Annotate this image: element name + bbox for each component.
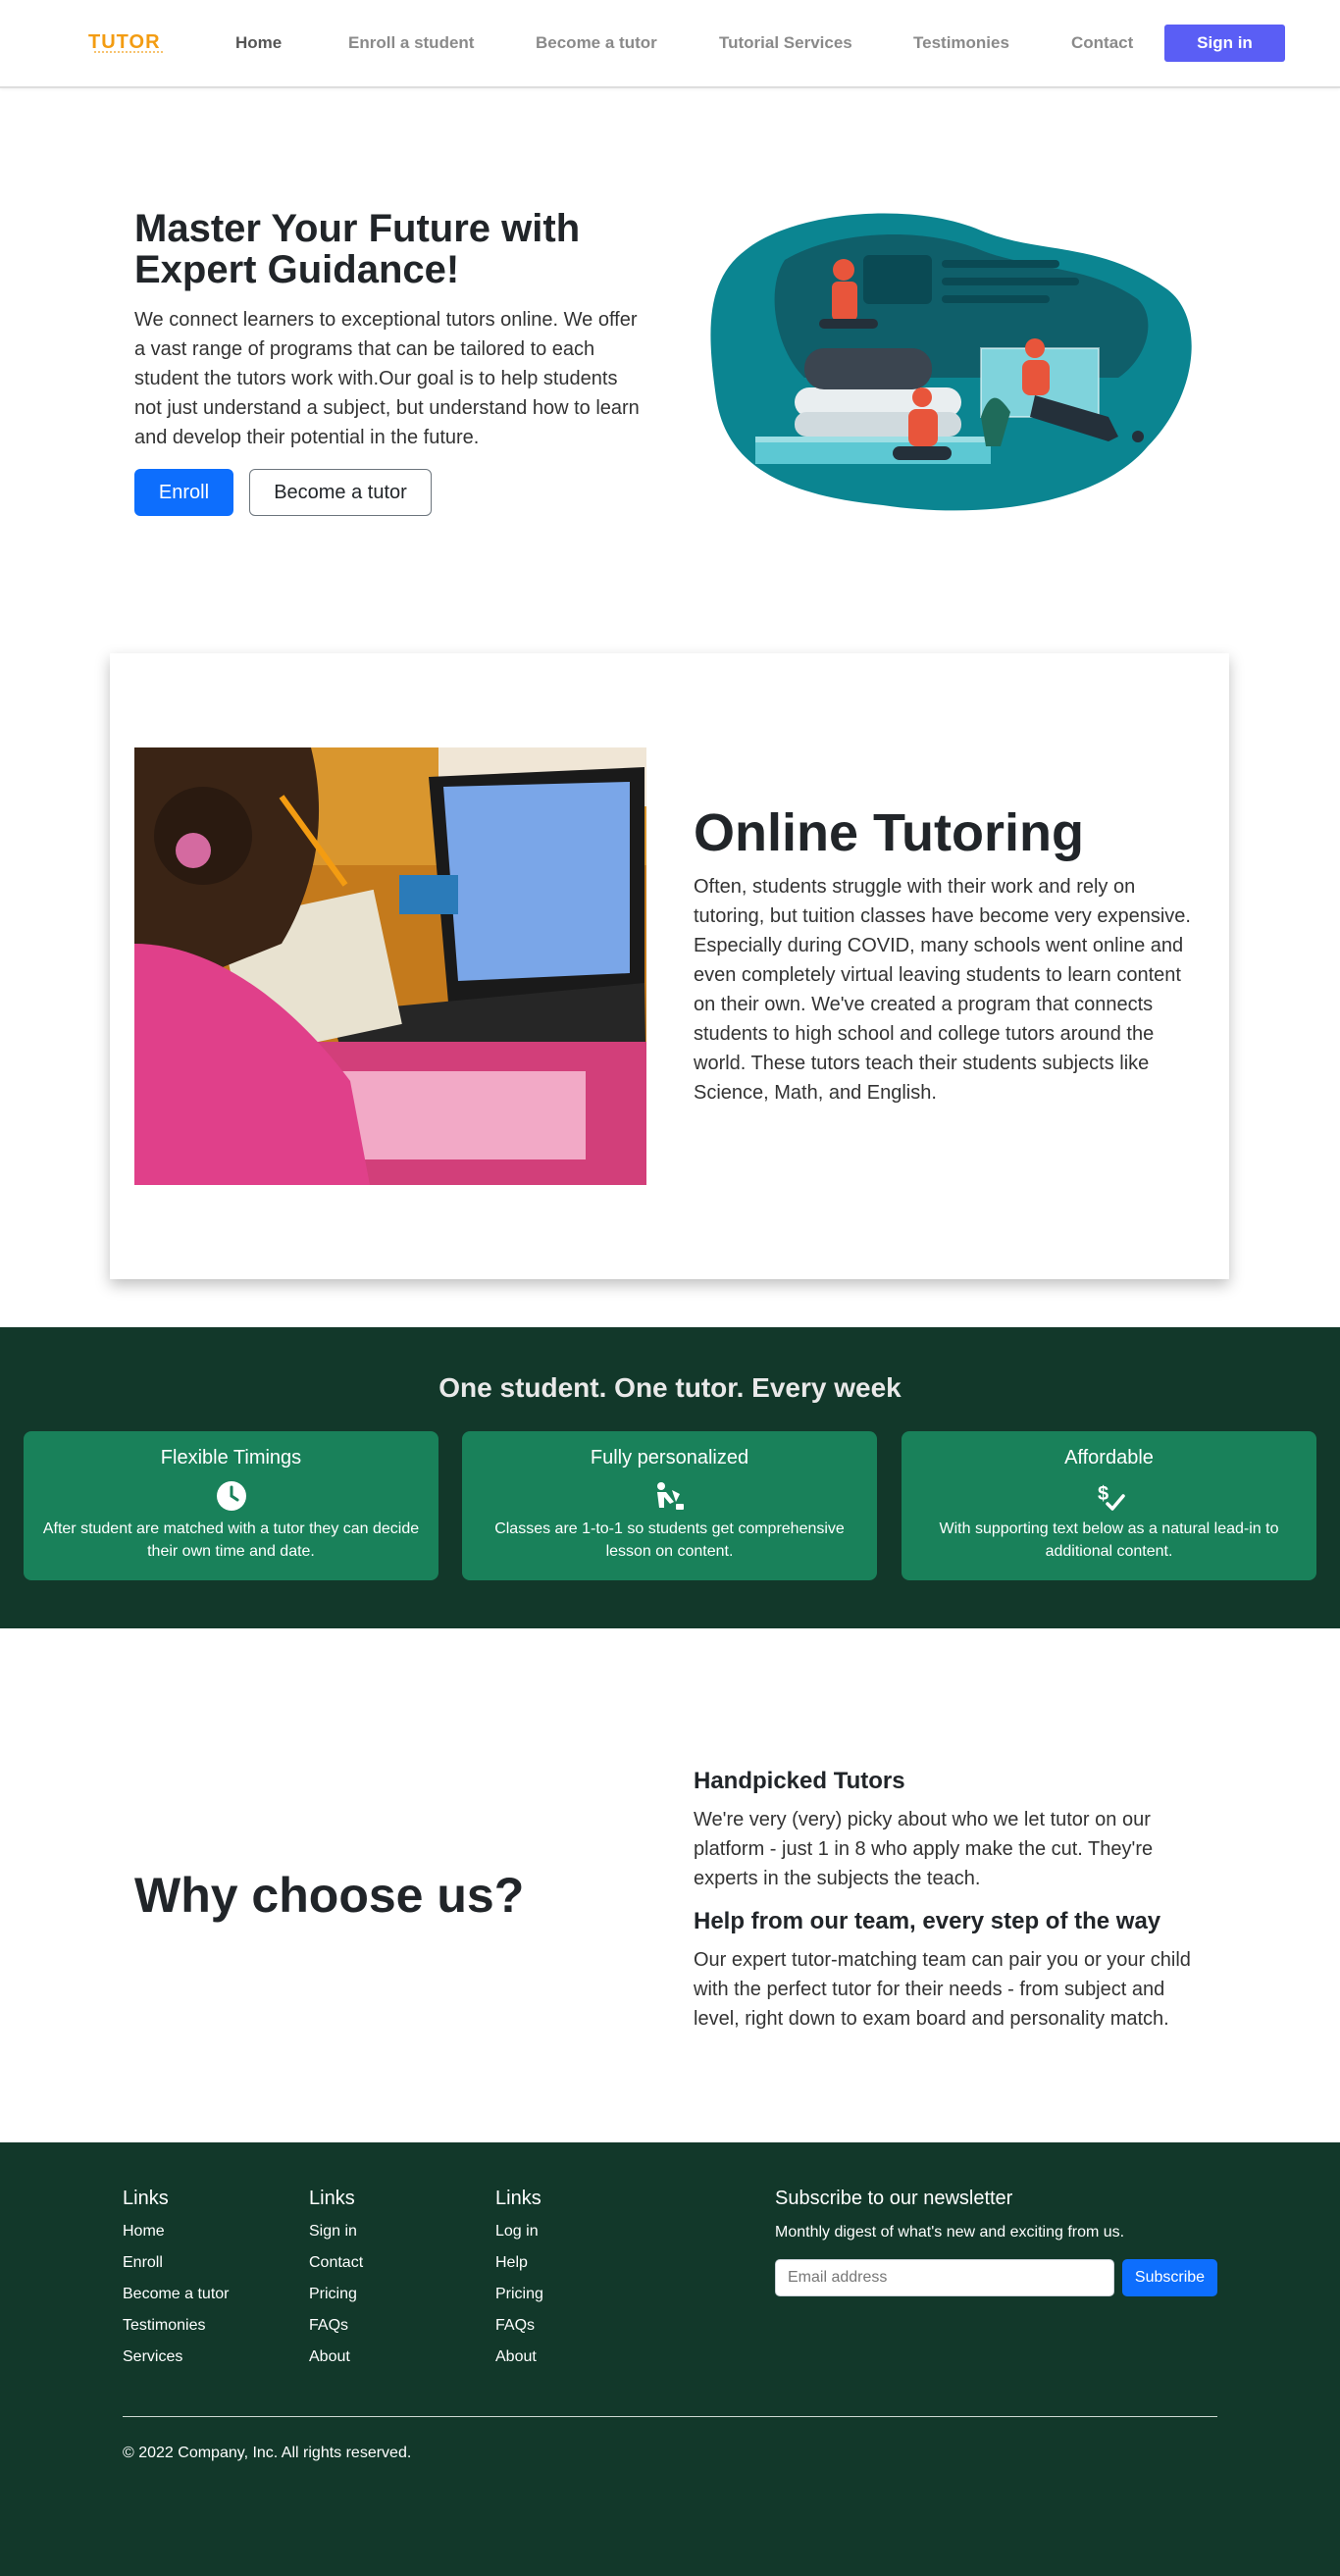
logo-underline [94, 51, 163, 54]
footer-link-help[interactable]: Help [495, 2254, 528, 2272]
feature-title: Flexible Timings [160, 1447, 302, 1468]
feature-card-affordable: Affordable $ With supporting text below … [902, 1431, 1316, 1580]
footer-link-enroll[interactable]: Enroll [123, 2254, 163, 2272]
feature-description: With supporting text below as a natural … [939, 1520, 1279, 1560]
feature-description: Classes are 1-to-1 so students get compr… [494, 1520, 845, 1560]
footer-link-home[interactable]: Home [123, 2223, 165, 2241]
hero-title: Master Your Future with Expert Guidance! [134, 207, 581, 291]
signin-button[interactable]: Sign in [1164, 25, 1285, 62]
online-tutoring-text: Often, students struggle with their work… [694, 876, 1191, 1104]
footer-link-faqs[interactable]: FAQs [309, 2317, 348, 2335]
feature-description: After student are matched with a tutor t… [42, 1520, 420, 1560]
footer-col1-title: Links [123, 2188, 169, 2209]
become-tutor-button[interactable]: Become a tutor [249, 469, 432, 516]
enroll-button[interactable]: Enroll [134, 469, 233, 516]
nav-enroll-student[interactable]: Enroll a student [348, 33, 474, 53]
footer-col3-title: Links [495, 2188, 541, 2209]
footer-link-about[interactable]: About [309, 2348, 350, 2366]
footer-link-log-in[interactable]: Log in [495, 2223, 539, 2241]
footer [0, 2142, 1340, 2576]
handpicked-tutors-text: We're very (very) picky about who we let… [694, 1809, 1154, 1889]
features-title: One student. One tutor. Every week [438, 1372, 902, 1403]
feature-card-personalized: Fully personalized Classes are 1-to-1 so… [462, 1431, 877, 1580]
footer-link-pricing[interactable]: Pricing [309, 2286, 357, 2303]
tutor-logo[interactable]: TUTOR [88, 29, 169, 55]
personalize-icon [657, 1482, 684, 1510]
footer-link-faqs-2[interactable]: FAQs [495, 2317, 535, 2335]
email-input[interactable] [775, 2259, 1114, 2296]
nav-testimonies[interactable]: Testimonies [913, 33, 1009, 53]
nav-home[interactable]: Home [235, 33, 282, 53]
handpicked-tutors-heading: Handpicked Tutors [694, 1768, 905, 1794]
footer-link-contact[interactable]: Contact [309, 2254, 363, 2272]
newsletter-title: Subscribe to our newsletter [775, 2188, 1013, 2209]
online-tutoring-title: Online Tutoring [694, 803, 1084, 862]
dollar-check-icon: $ [1098, 1483, 1125, 1511]
footer-link-become-tutor[interactable]: Become a tutor [123, 2286, 230, 2303]
nav-become-tutor[interactable]: Become a tutor [536, 33, 657, 53]
footer-link-services[interactable]: Services [123, 2348, 182, 2366]
hero-illustration [710, 213, 1192, 511]
footer-link-testimonies[interactable]: Testimonies [123, 2317, 205, 2335]
team-help-heading: Help from our team, every step of the wa… [694, 1908, 1161, 1934]
clock-icon [217, 1481, 246, 1511]
nav-contact[interactable]: Contact [1071, 33, 1133, 53]
footer-col2-title: Links [309, 2188, 355, 2209]
footer-divider [123, 2416, 1217, 2417]
svg-text:$: $ [1098, 1483, 1108, 1505]
copyright-text: © 2022 Company, Inc. All rights reserved… [123, 2445, 412, 2461]
footer-link-about-2[interactable]: About [495, 2348, 537, 2366]
top-navbar: TUTOR Home Enroll a student Become a tut… [0, 0, 1340, 88]
footer-link-sign-in[interactable]: Sign in [309, 2223, 357, 2241]
feature-title: Affordable [1064, 1447, 1154, 1468]
team-help-text: Our expert tutor-matching team can pair … [694, 1949, 1191, 2030]
footer-link-pricing-2[interactable]: Pricing [495, 2286, 543, 2303]
newsletter-subtitle: Monthly digest of what's new and excitin… [775, 2224, 1125, 2241]
feature-card-flexible: Flexible Timings After student are match… [24, 1431, 438, 1580]
hero-description: We connect learners to exceptional tutor… [134, 309, 640, 448]
student-laptop-photo [134, 747, 646, 1185]
why-choose-us-title: Why choose us? [134, 1868, 525, 1923]
subscribe-button[interactable]: Subscribe [1122, 2259, 1217, 2296]
nav-tutorial-services[interactable]: Tutorial Services [719, 33, 852, 53]
feature-title: Fully personalized [590, 1447, 749, 1468]
